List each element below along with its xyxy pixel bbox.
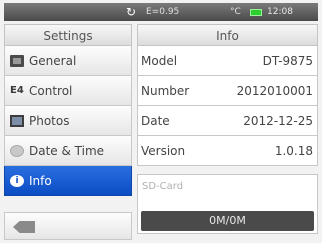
menu-item-label: Control [29, 84, 73, 98]
info-value: DT-9875 [262, 54, 313, 68]
control-icon: E4 [10, 85, 24, 96]
menu-item-general[interactable]: General [4, 46, 132, 76]
menu-item-date-time[interactable]: Date & Time [4, 136, 132, 166]
general-icon [10, 55, 24, 67]
settings-menu: Settings General E4 Control Photos Date … [4, 24, 132, 240]
info-row-number: Number 2012010001 [137, 76, 318, 106]
menu-item-control[interactable]: E4 Control [4, 76, 132, 106]
sd-card-section: SD-Card 0M/0M [137, 174, 318, 234]
info-value: 2012-12-25 [243, 114, 313, 128]
info-icon: i [10, 175, 24, 187]
info-row-model: Model DT-9875 [137, 46, 318, 76]
sd-card-label: SD-Card [142, 181, 184, 192]
info-panel: Info Model DT-9875 Number 2012010001 Dat… [137, 24, 318, 240]
back-icon [13, 221, 35, 233]
info-value: 1.0.18 [274, 144, 313, 158]
info-label: Model [141, 54, 178, 68]
info-row-version: Version 1.0.18 [137, 136, 318, 166]
back-button[interactable] [4, 212, 132, 240]
info-label: Date [141, 114, 170, 128]
battery-icon [250, 9, 262, 16]
sd-card-usage-bar: 0M/0M [141, 211, 314, 231]
info-label: Number [141, 84, 190, 98]
clock-icon [10, 145, 24, 157]
menu-item-label: Date & Time [29, 144, 105, 158]
menu-item-photos[interactable]: Photos [4, 106, 132, 136]
menu-item-label: Photos [29, 114, 70, 128]
settings-title: Settings [4, 24, 132, 46]
temperature-unit: °C [230, 7, 241, 17]
device-screen: ↻ E=0.95 °C 12:08 Settings General E4 Co… [0, 0, 322, 243]
info-row-date: Date 2012-12-25 [137, 106, 318, 136]
photos-icon [10, 115, 24, 127]
emissivity-readout: E=0.95 [146, 7, 180, 17]
menu-item-label: Info [29, 174, 52, 188]
refresh-icon: ↻ [126, 5, 137, 19]
menu-item-label: General [29, 54, 77, 68]
status-bar: ↻ E=0.95 °C 12:08 [4, 3, 318, 21]
menu-item-info[interactable]: i Info [4, 166, 132, 196]
info-value: 2012010001 [236, 84, 313, 98]
status-time: 12:08 [267, 7, 293, 17]
info-label: Version [141, 144, 186, 158]
info-title: Info [137, 24, 318, 46]
